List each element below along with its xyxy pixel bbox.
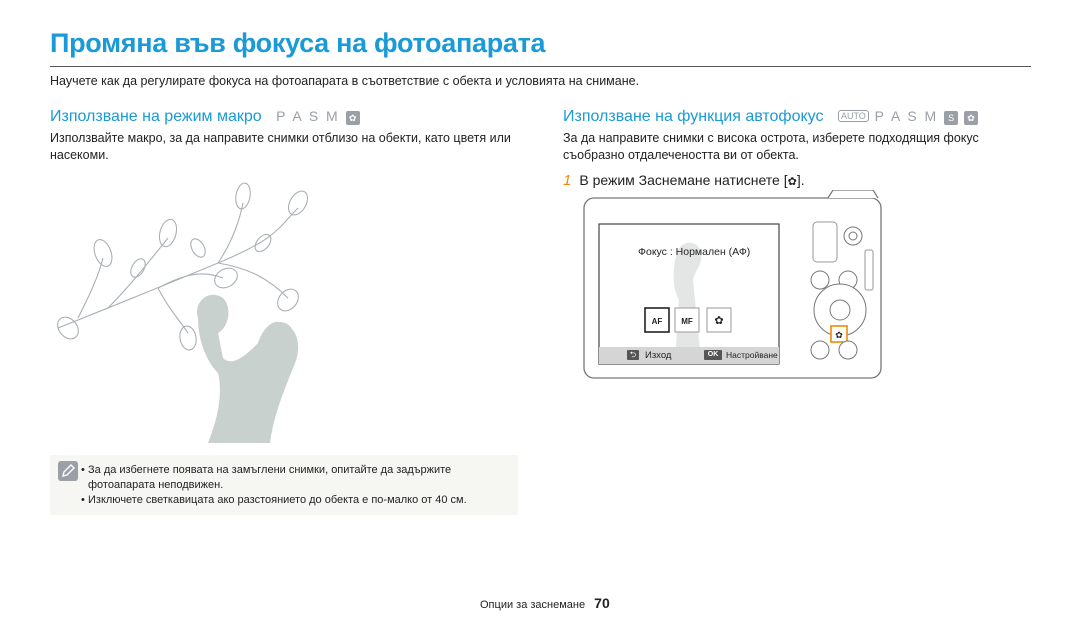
macro-button-glyph: ✿ [835,330,843,340]
step-end: ]. [796,172,805,188]
macro-option-glyph: ✿ [714,315,723,327]
macro-flower-icon: ✿ [787,176,797,188]
intro-text: Научете как да регулирате фокуса на фото… [50,74,640,88]
af-modes-letters: P A S M [874,108,939,124]
function-button [810,340,830,360]
back-key-icon: ⮌ [627,350,639,360]
mf-option-label: MF [681,317,693,326]
smart-mode-badge: S [944,111,959,125]
af-heading-text: Използване на функция автофокус [563,108,824,125]
tip-item-1: • За да избегнете появата на замъглени сн… [81,464,452,491]
playback-button [810,270,830,290]
note-pencil-icon [58,461,78,481]
screen-back-label: Изход [645,350,672,361]
page-footer: Опции за заснемане 70 [480,595,610,611]
strap-mount [864,249,874,291]
af-heading: Използване на функция автофокус AUTO P A… [563,108,978,126]
af-body: За да направите снимки с висока острота,… [563,131,979,162]
macro-mode-icons: P A S M ✿ [276,108,360,125]
tip-box: • За да избегнете появата на замъглени сн… [50,455,518,515]
step-1: 1 В режим Заснемане натиснете [✿]. [563,172,805,189]
footer-section: Опции за заснемане [480,599,586,611]
macro-heading-text: Използване на режим макро [50,108,262,125]
mode-dial [812,221,838,263]
macro-heading: Използване на режим макро P A S M ✿ [50,108,360,126]
title-divider [50,66,1031,67]
step-text: В режим Заснемане натиснете [ [579,172,788,188]
macro-body: Използвайте макро, за да направите снимк… [50,131,511,162]
page-number: 70 [594,595,610,611]
screen-ok-label: Настройване [726,350,778,360]
screen-focus-label: Фокус : Нормален (АФ) [638,246,751,258]
scene-mode-icon: ✿ [964,111,978,125]
delete-button [838,340,858,360]
step-number: 1 [563,172,572,189]
tip-text-2: Изключете светкавицата ако разстоянието … [88,494,467,506]
ok-button [829,299,851,321]
page-title: Промяна във фокуса на фотоапарата [50,28,546,58]
auto-mode-badge: AUTO [837,110,869,122]
photographer-silhouette-icon [197,294,299,443]
tip-item-2: • Изключете светкавицата ако разстоянието… [81,494,467,506]
tip-text-1: За да избегнете появата на замъглени сни… [88,464,452,491]
macro-modes-letters: P A S M [276,108,340,124]
magnolia-photographer-illustration [57,182,309,443]
af-mode-icons: AUTO P A S M S ✿ [837,108,978,125]
scene-mode-icon: ✿ [345,111,360,125]
ok-key-icon: OK [704,350,722,360]
af-option-label: AF [652,317,663,326]
shutter-button [827,190,879,199]
